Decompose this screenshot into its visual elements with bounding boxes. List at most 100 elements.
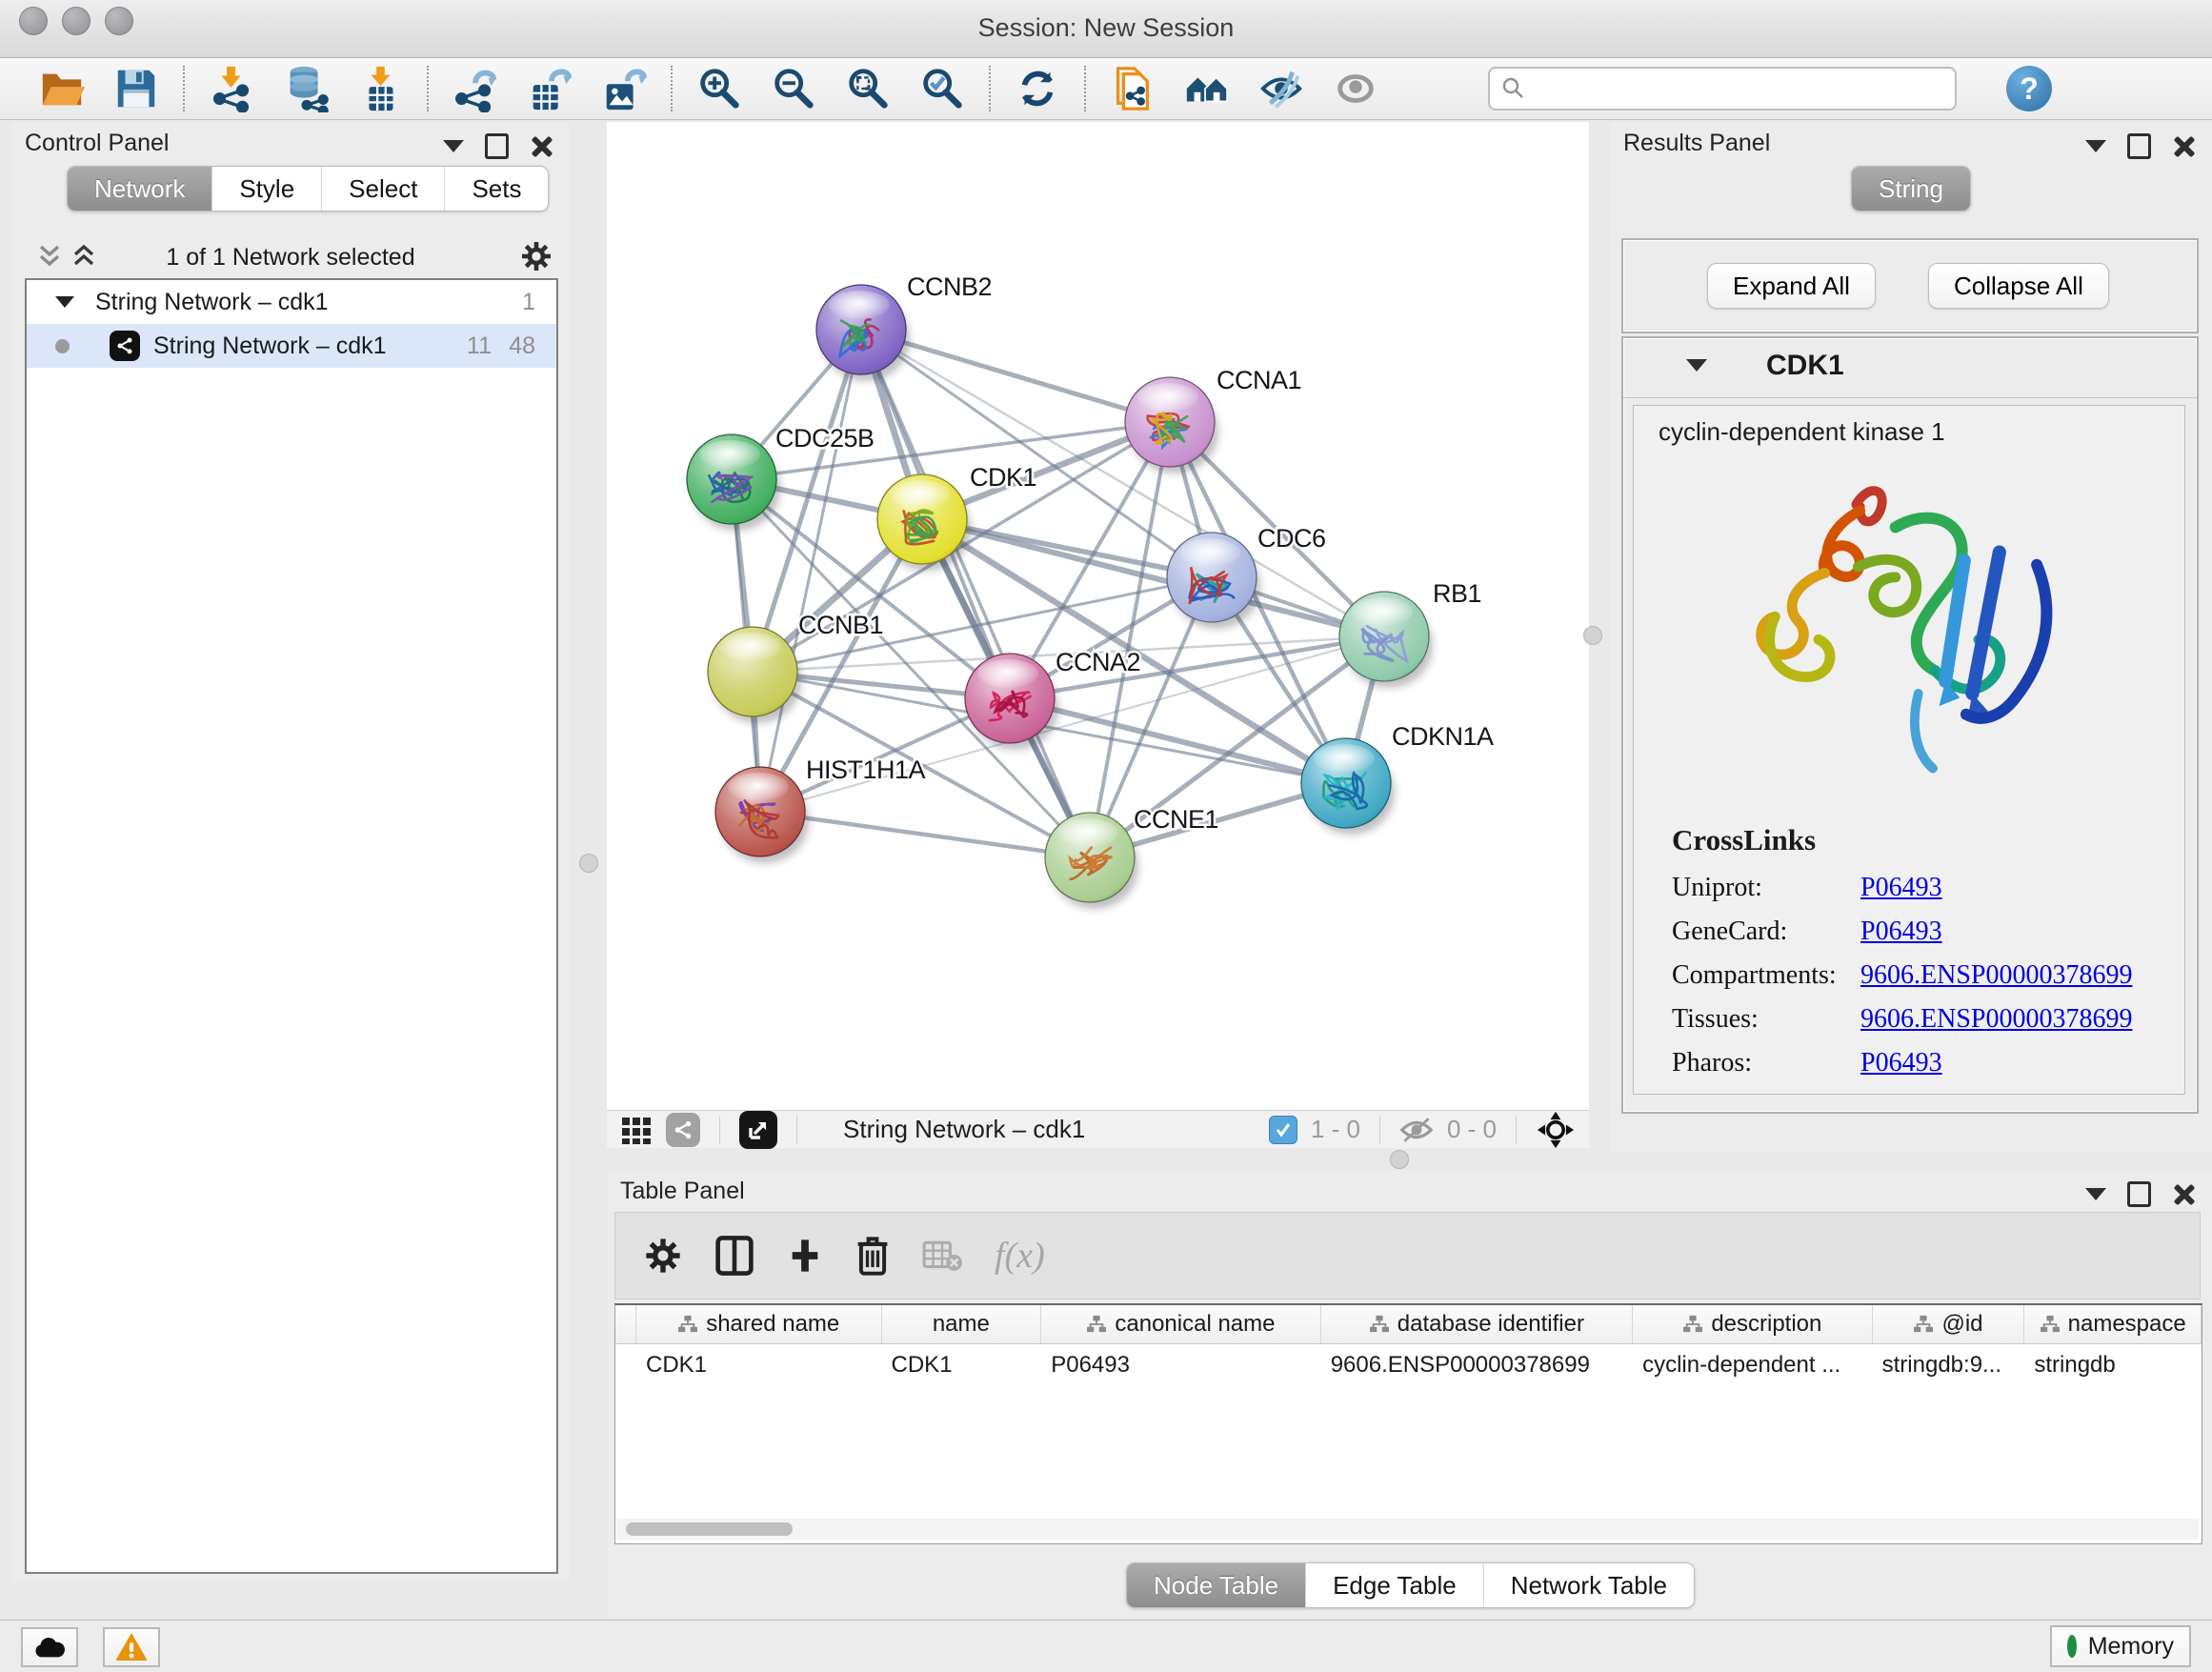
refresh-icon (1014, 65, 1061, 112)
string-view-badge-icon[interactable] (666, 1113, 700, 1147)
panel-close-icon[interactable] (2172, 1183, 2195, 1206)
tab-node-table[interactable]: Node Table (1127, 1563, 1305, 1607)
toolbar-search[interactable] (1488, 67, 1957, 111)
panel-close-icon[interactable] (2172, 135, 2195, 158)
tab-edge-table[interactable]: Edge Table (1305, 1563, 1483, 1607)
birds-eye-toggle-icon[interactable] (1536, 1111, 1576, 1149)
toolbar-separator (427, 66, 429, 111)
panel-float-icon[interactable] (2127, 133, 2151, 159)
expand-all-button[interactable]: Expand All (1707, 263, 1876, 309)
show-columns-button[interactable] (714, 1235, 754, 1277)
crosslink-value-link[interactable]: P06493 (1860, 1048, 1942, 1078)
toolbar-separator (989, 66, 991, 111)
network-node-CDKN1A[interactable] (1301, 738, 1395, 835)
help-button[interactable]: ? (2006, 66, 2052, 111)
warnings-button[interactable] (103, 1627, 160, 1667)
network-node-CDK1[interactable] (877, 474, 971, 571)
cloud-status-button[interactable] (21, 1627, 78, 1667)
crosslink-value-link[interactable]: 9606.ENSP00000378699 (1860, 960, 2132, 990)
hide-unhide-button[interactable] (1244, 61, 1318, 116)
table-horizontal-scrollbar[interactable] (616, 1519, 2199, 1540)
zoom-out-button[interactable] (756, 61, 831, 116)
panel-menu-icon[interactable] (443, 140, 464, 152)
network-row-selected[interactable]: String Network – cdk1 11 48 (27, 324, 556, 368)
scrollbar-thumb[interactable] (626, 1522, 793, 1536)
column-header-canonical-name[interactable]: canonical name (1041, 1305, 1320, 1343)
panel-menu-icon[interactable] (2085, 1188, 2106, 1200)
network-node-CDC25B[interactable] (687, 434, 780, 531)
zoom-fit-button[interactable] (831, 61, 905, 116)
export-image-button[interactable] (587, 61, 661, 116)
open-in-window-icon[interactable] (739, 1111, 777, 1149)
right-splitter-handle[interactable] (1583, 626, 1602, 645)
memory-button[interactable]: Memory (2050, 1625, 2191, 1667)
section-collapse-caret[interactable] (1686, 359, 1707, 372)
node-label-CDC6: CDC6 (1257, 524, 1326, 553)
panel-close-icon[interactable] (530, 135, 553, 158)
column-header-name[interactable]: name (882, 1305, 1042, 1343)
tab-sets[interactable]: Sets (444, 167, 548, 211)
save-session-button[interactable] (99, 61, 173, 116)
column-header-shared-name[interactable]: shared name (636, 1305, 882, 1343)
gene-name: CDK1 (1766, 350, 1844, 382)
import-network-database-button[interactable] (269, 61, 343, 116)
collapse-all-button[interactable]: Collapse All (1928, 263, 2109, 309)
panel-float-icon[interactable] (485, 133, 509, 159)
network-node-CCNA2[interactable] (965, 654, 1058, 750)
save-icon (112, 65, 160, 112)
tab-select[interactable]: Select (321, 167, 444, 211)
import-network-file-button[interactable] (194, 61, 269, 116)
create-column-button[interactable] (787, 1237, 823, 1275)
crosslink-value-link[interactable]: P06493 (1860, 873, 1942, 902)
status-bar: Memory (0, 1620, 2212, 1672)
zoom-selected-button[interactable] (905, 61, 979, 116)
string-import-button[interactable] (1096, 61, 1170, 116)
graphics-details-button[interactable] (1318, 61, 1393, 116)
column-header--id[interactable]: @id (1873, 1305, 2025, 1343)
panel-menu-icon[interactable] (2085, 140, 2106, 152)
column-header-namespace[interactable]: namespace (2024, 1305, 2202, 1343)
crosslink-value-link[interactable]: P06493 (1860, 917, 1942, 946)
tab-string[interactable]: String (1852, 167, 1970, 211)
open-session-button[interactable] (25, 61, 99, 116)
delete-table-icon (922, 1239, 962, 1273)
trash-icon (855, 1235, 890, 1277)
refresh-view-button[interactable] (1000, 61, 1075, 116)
tab-network-table[interactable]: Network Table (1483, 1563, 1694, 1607)
network-node-CCNE1[interactable] (1045, 813, 1138, 909)
export-network-button[interactable] (438, 61, 513, 116)
export-table-button[interactable] (513, 61, 587, 116)
panel-float-icon[interactable] (2127, 1181, 2151, 1207)
column-header-description[interactable]: description (1633, 1305, 1873, 1343)
network-graph[interactable]: CCNB2CCNA1CDC25BCDK1CDC6RB1CCNB1CCNA2CDK… (607, 122, 1589, 1110)
network-view[interactable]: CCNB2CCNA1CDC25BCDK1CDC6RB1CCNB1CCNA2CDK… (607, 122, 1589, 1110)
delete-column-button[interactable] (855, 1235, 890, 1277)
network-node-CCNA1[interactable] (1125, 377, 1218, 473)
network-node-CDC6[interactable] (1167, 533, 1260, 629)
network-collection-row[interactable]: String Network – cdk1 1 (27, 280, 556, 324)
network-options-gear-icon[interactable] (520, 240, 553, 272)
network-selection-status: 1 of 1 Network selected (11, 244, 570, 272)
column-header-database-identifier[interactable]: database identifier (1321, 1305, 1633, 1343)
left-splitter-handle[interactable] (579, 854, 598, 873)
home-networks-button[interactable] (1170, 61, 1244, 116)
network-node-HIST1H1A[interactable] (715, 767, 809, 863)
table-row[interactable]: CDK1CDK1P064939606.ENSP00000378699cyclin… (615, 1344, 2202, 1386)
search-input[interactable] (1526, 74, 1955, 103)
main-toolbar: ? (0, 58, 2212, 120)
collection-expand-caret[interactable] (55, 296, 74, 308)
selected-items-checkbox-icon[interactable] (1269, 1116, 1297, 1144)
zoom-in-button[interactable] (682, 61, 756, 116)
column-label: shared name (706, 1311, 839, 1338)
import-table-file-button[interactable] (343, 61, 417, 116)
crosslink-label: Compartments: (1672, 960, 1860, 991)
bottom-splitter-handle[interactable] (1390, 1150, 1409, 1169)
birds-eye-grid-icon[interactable] (620, 1114, 653, 1146)
toolbar-separator (671, 66, 673, 111)
tab-network[interactable]: Network (68, 167, 211, 211)
tab-style[interactable]: Style (211, 167, 321, 211)
network-node-RB1[interactable] (1339, 592, 1433, 688)
crosslink-value-link[interactable]: 9606.ENSP00000378699 (1860, 1004, 2132, 1034)
table-options-gear-button[interactable] (644, 1237, 682, 1275)
gene-section-header[interactable]: CDK1 (1623, 338, 2197, 398)
